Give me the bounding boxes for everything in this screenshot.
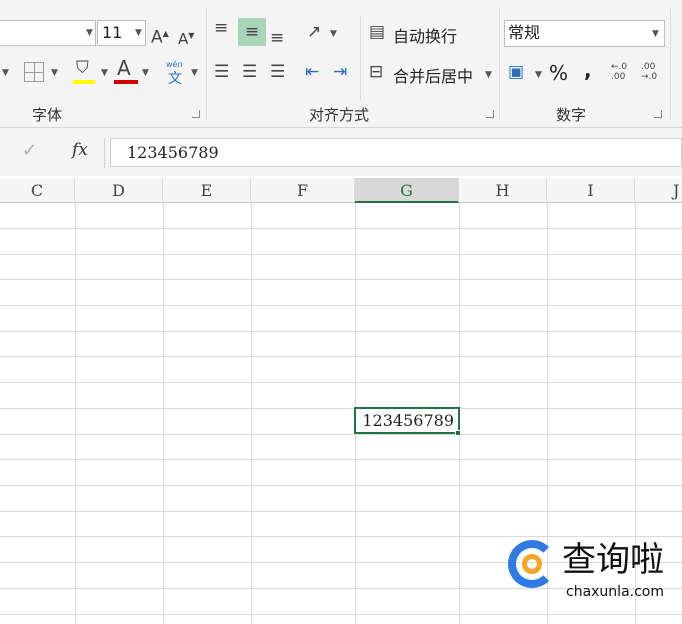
chevron-down-icon: ▼ <box>652 29 659 39</box>
selected-cell-g[interactable]: 123456789 <box>354 407 460 434</box>
fill-handle[interactable] <box>455 430 461 436</box>
row-gridline <box>0 485 682 486</box>
chevron-down-icon: ▼ <box>86 28 93 38</box>
magnifier-icon <box>522 554 542 574</box>
column-header-i[interactable]: I <box>547 178 635 203</box>
column-header-e[interactable]: E <box>163 178 251 203</box>
font-group-label: 字体 <box>32 106 63 124</box>
chevron-down-icon[interactable]: ▼ <box>142 68 149 78</box>
orientation-icon[interactable]: ↗ <box>307 22 321 42</box>
chevron-down-icon[interactable]: ▼ <box>51 68 58 78</box>
chevron-down-icon[interactable]: ▼ <box>101 68 108 78</box>
row-gridline <box>0 614 682 615</box>
border-icon[interactable] <box>24 62 44 82</box>
align-left-icon[interactable]: ☰ <box>214 62 229 82</box>
align-center-icon[interactable]: ☰ <box>242 62 257 82</box>
increase-indent-icon[interactable]: ⇥ <box>333 62 347 82</box>
number-dialog-launcher[interactable] <box>654 110 662 118</box>
row-gridline <box>0 408 682 409</box>
divider <box>670 8 671 120</box>
increase-font-icon[interactable]: A▲ <box>151 24 169 48</box>
row-gridline <box>0 254 682 255</box>
chevron-down-icon[interactable]: ▼ <box>535 70 542 80</box>
row-gridline <box>0 511 682 512</box>
row-gridline <box>0 356 682 357</box>
chevron-down-icon: ▼ <box>135 28 142 38</box>
decrease-indent-icon[interactable]: ⇤ <box>305 62 319 82</box>
fill-color-icon[interactable]: ⛉ <box>76 58 89 78</box>
font-color-icon[interactable]: A <box>117 58 131 78</box>
align-middle-button[interactable]: ≡ <box>238 18 266 46</box>
merge-center-icon[interactable]: ⊟ <box>369 62 383 82</box>
divider <box>499 8 500 120</box>
watermark-logo <box>508 540 556 588</box>
increase-decimal-icon[interactable]: ←.0.00 <box>611 62 627 82</box>
divider <box>206 8 207 120</box>
fill-color-bar <box>73 80 95 84</box>
align-group-label: 对齐方式 <box>309 106 370 124</box>
watermark-domain: chaxunla.com <box>566 584 664 600</box>
phonetic-char: 文 <box>168 71 182 87</box>
merge-center-button[interactable]: 合并后居中 <box>393 63 473 87</box>
number-group-label: 数字 <box>556 106 587 124</box>
row-gridline <box>0 305 682 306</box>
align-top-icon[interactable]: ≡ <box>214 18 228 38</box>
font-dialog-launcher[interactable] <box>192 110 200 118</box>
column-header-j[interactable]: J <box>635 178 682 203</box>
column-header-h[interactable]: H <box>459 178 547 203</box>
percent-button[interactable]: % <box>549 61 568 85</box>
chevron-down-icon[interactable]: ▼ <box>485 70 492 80</box>
align-dialog-launcher[interactable] <box>486 110 494 118</box>
column-header-c[interactable]: C <box>0 178 75 203</box>
column-header-g[interactable]: G <box>355 178 459 203</box>
wrap-text-icon[interactable]: ▤ <box>369 22 385 42</box>
column-gridline <box>75 203 76 624</box>
enter-icon[interactable]: ✓ <box>22 140 37 161</box>
align-right-icon[interactable]: ☰ <box>270 62 285 82</box>
font-color-bar <box>114 80 138 84</box>
number-format-select[interactable]: 常规 <box>504 20 665 47</box>
column-header-d[interactable]: D <box>75 178 163 203</box>
insert-function-icon[interactable]: fx <box>72 140 88 160</box>
decrease-font-icon[interactable]: A▼ <box>178 26 194 49</box>
font-name-select[interactable] <box>0 20 96 46</box>
chevron-down-icon[interactable]: ▼ <box>191 68 198 78</box>
wrap-text-button[interactable]: 自动换行 <box>393 23 457 47</box>
row-gridline <box>0 434 682 435</box>
divider <box>104 138 105 168</box>
row-gridline <box>0 536 682 537</box>
column-header-f[interactable]: F <box>251 178 355 203</box>
row-gridline <box>0 279 682 280</box>
row-gridline <box>0 331 682 332</box>
divider <box>360 16 361 100</box>
chevron-down-icon[interactable]: ▼ <box>330 29 337 39</box>
chevron-down-icon[interactable]: ▼ <box>2 68 9 78</box>
ribbon: ▼ 11 ▼ A▲ A▼ ▼ ▼ ⛉ ▼ A ▼ wén 文 ▼ 字体 ≡ ≡ … <box>0 0 682 128</box>
decrease-decimal-icon[interactable]: .00 →.0 <box>641 62 657 82</box>
align-bottom-icon[interactable]: ≡ <box>270 28 284 48</box>
column-gridline <box>163 203 164 624</box>
column-gridline <box>251 203 252 624</box>
row-gridline <box>0 228 682 229</box>
row-gridline <box>0 459 682 460</box>
row-gridline <box>0 382 682 383</box>
watermark-brand: 查询啦 <box>562 540 664 580</box>
comma-button[interactable]: , <box>584 58 592 82</box>
formula-input[interactable]: 123456789 <box>110 138 682 167</box>
accounting-format-icon[interactable]: ▣ <box>508 62 524 82</box>
